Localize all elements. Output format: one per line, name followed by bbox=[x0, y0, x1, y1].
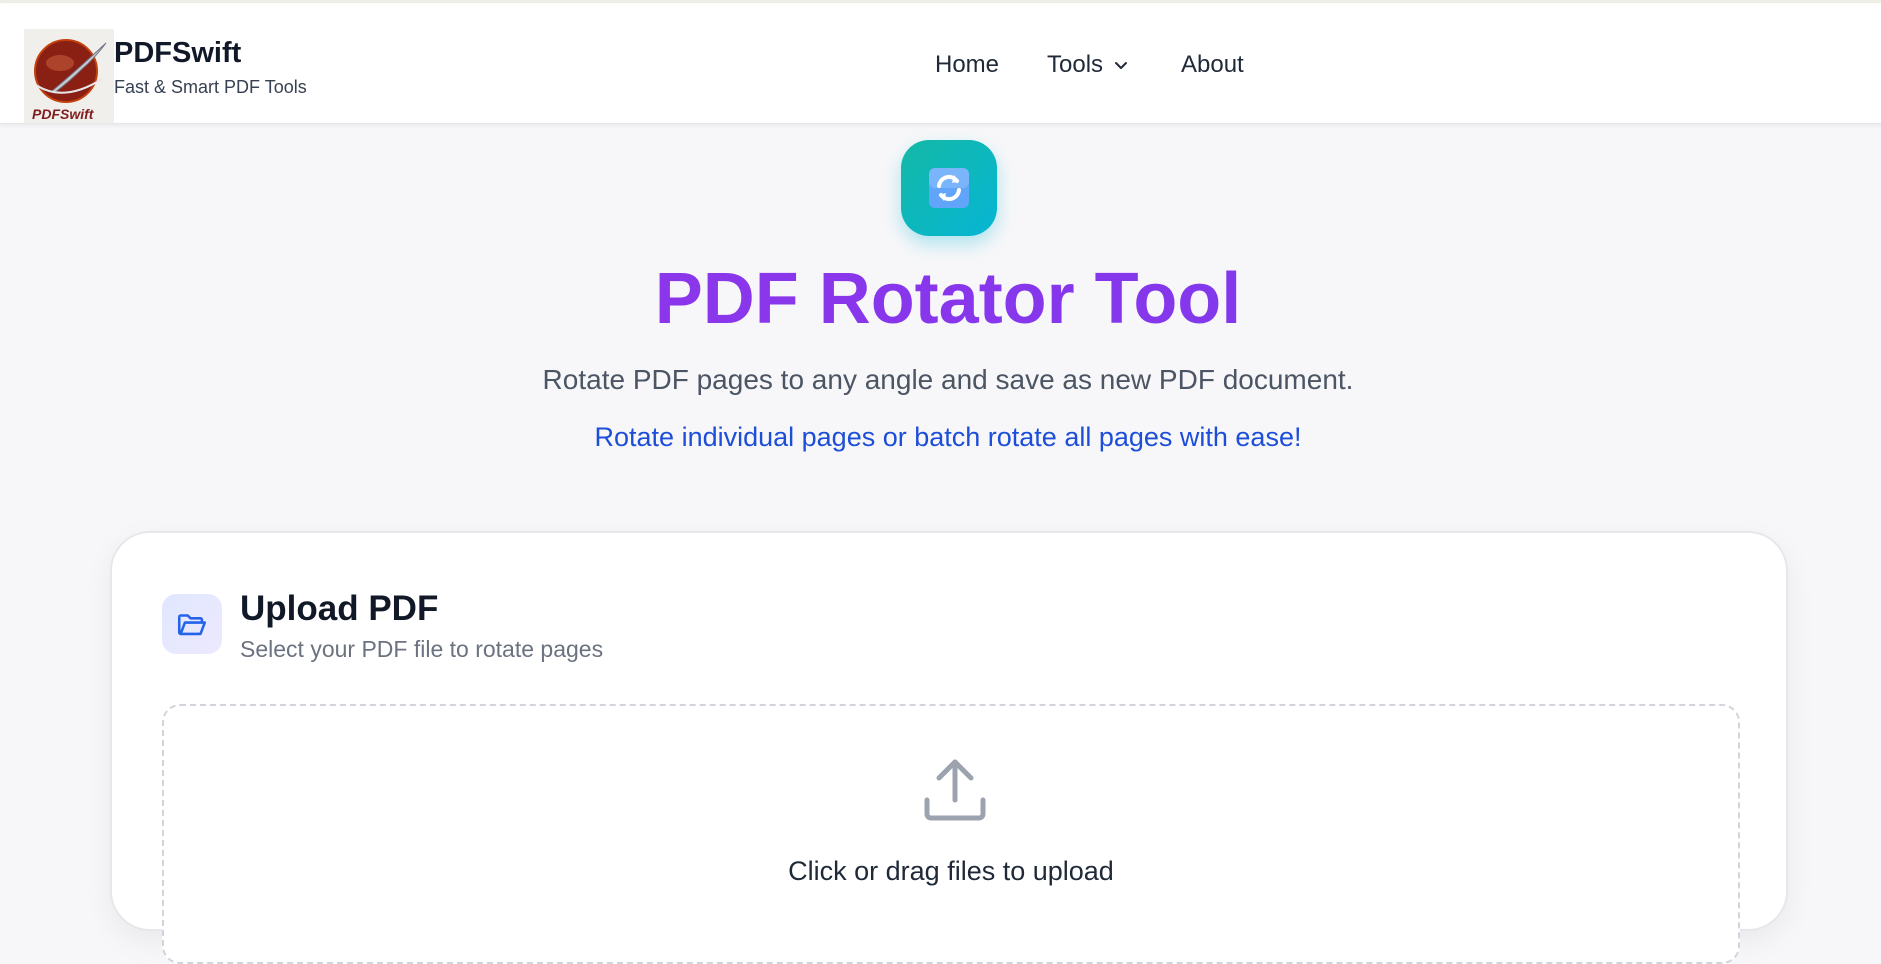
page-subtitle: Rotate PDF pages to any angle and save a… bbox=[542, 364, 1354, 395]
nav-about-link[interactable]: About bbox=[1181, 51, 1244, 79]
upload-icon bbox=[924, 759, 986, 821]
main-nav: Home Tools About bbox=[0, 51, 1881, 85]
page-title: PDF Rotator Tool bbox=[0, 258, 1881, 340]
upload-card: Upload PDF Select your PDF file to rotat… bbox=[110, 531, 1788, 964]
nav-home-label: Home bbox=[935, 51, 1000, 78]
folder-open-icon bbox=[177, 614, 207, 636]
upload-title: Upload PDF bbox=[240, 589, 439, 628]
folder-icon-badge bbox=[162, 594, 222, 654]
file-dropzone[interactable]: Click or drag files to upload bbox=[162, 704, 1740, 964]
chevron-down-icon bbox=[1115, 62, 1128, 69]
dropzone-label: Click or drag files to upload bbox=[788, 856, 1114, 886]
page-highlight-text: Rotate individual pages or batch rotate … bbox=[594, 422, 1302, 452]
nav-home-link[interactable]: Home bbox=[935, 51, 999, 79]
site-header: PDFSwift PDFSwift Fast & Smart PDF Tools… bbox=[0, 3, 1881, 124]
nav-tools-label: Tools bbox=[1047, 51, 1104, 78]
nav-about-label: About bbox=[1181, 51, 1244, 78]
nav-tools-dropdown[interactable]: Tools bbox=[1047, 51, 1129, 79]
upload-subtitle: Select your PDF file to rotate pages bbox=[240, 636, 604, 662]
hero-tool-icon bbox=[901, 140, 997, 236]
rotate-arrows-icon bbox=[929, 168, 969, 208]
svg-text:PDFSwift: PDFSwift bbox=[32, 106, 95, 122]
